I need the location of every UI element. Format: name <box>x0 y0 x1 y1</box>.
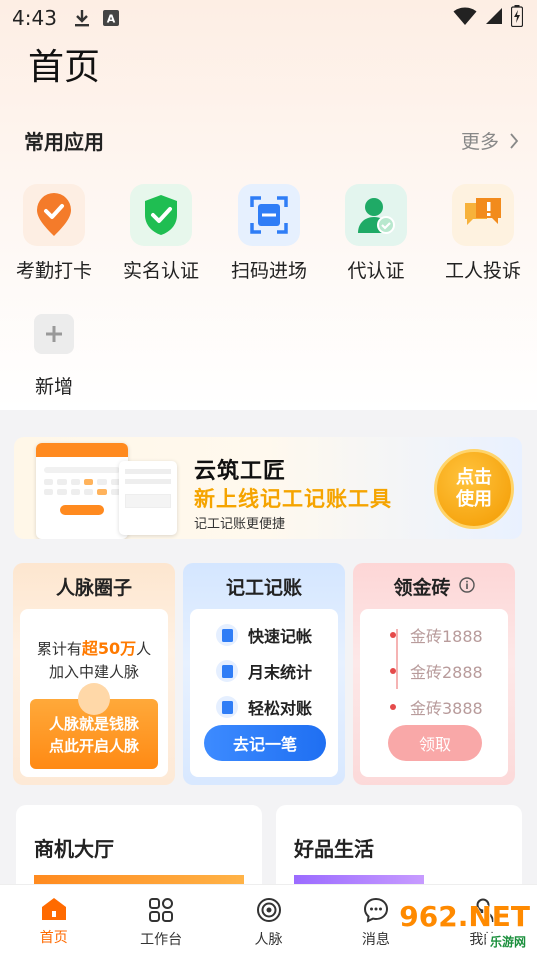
message-icon <box>363 897 388 923</box>
tab-label: 人脉 <box>254 932 283 948</box>
attendance-check-icon <box>23 184 85 246</box>
banner-subtitle: 记工记账更便捷 <box>194 517 286 532</box>
watermark-sub: 乐游网 <box>485 933 530 950</box>
card-title: 好品生活 <box>294 837 374 861</box>
promo-line1: 人脉就是钱脉 <box>48 715 139 733</box>
banner-button-label: 点击使用 <box>456 467 492 510</box>
record-button[interactable]: 去记一笔 <box>204 725 326 761</box>
app-label: 扫码进场 <box>230 260 307 282</box>
mascot-icon <box>78 683 110 715</box>
gold-card-header: 领金砖 <box>353 573 515 600</box>
app-label: 考勤打卡 <box>15 260 92 282</box>
battery-icon <box>510 4 524 32</box>
site-watermark: 962.NET 乐游网 <box>398 900 530 950</box>
tab-network[interactable]: 人脉 <box>215 885 322 956</box>
banner-title: 云筑工匠 <box>194 459 287 484</box>
wifi-icon <box>453 6 477 31</box>
gold-tier: 金砖2888 <box>390 659 483 683</box>
document-icon <box>216 696 238 718</box>
info-icon[interactable] <box>458 576 475 598</box>
network-line1-prefix: 累计有 <box>36 640 82 658</box>
svg-text:A: A <box>107 13 116 26</box>
network-icon <box>256 898 281 922</box>
page-title: 首页 <box>28 47 101 88</box>
more-label: 更多 <box>460 131 499 153</box>
card-gold-body: 金砖1888 金砖2888 金砖3888 领取 <box>360 609 508 777</box>
status-bar: 4:43 A <box>0 0 537 36</box>
card-network[interactable]: 人脉圈子 累计有超50万人 加入中建人脉 人脉就是钱脉 点此开启人脉 <box>13 563 175 785</box>
feature-label: 月末统计 <box>248 663 313 682</box>
promo-banner[interactable]: 云筑工匠 新上线记工记账工具 记工记账更便捷 点击使用 <box>14 437 522 539</box>
status-time: 4:43 <box>12 6 57 30</box>
banner-use-button[interactable]: 点击使用 <box>434 449 514 529</box>
signal-icon <box>485 7 503 30</box>
banner-headline: 新上线记工记账工具 <box>194 487 392 511</box>
tab-workbench[interactable]: 工作台 <box>107 885 214 956</box>
plus-icon <box>34 314 74 354</box>
grid-icon <box>149 898 174 922</box>
app-label: 实名认证 <box>122 260 199 282</box>
network-line2: 加入中建人脉 <box>48 663 139 681</box>
app-add[interactable]: 新增 <box>0 314 108 399</box>
tab-home[interactable]: 首页 <box>0 885 107 956</box>
network-line1: 累计有超50万人 <box>20 635 168 659</box>
network-highlight: 超50万 <box>81 639 137 658</box>
app-attendance[interactable]: 考勤打卡 <box>0 184 108 283</box>
app-complaint[interactable]: 工人投诉 <box>429 184 537 283</box>
card-title: 记工记账 <box>225 577 302 599</box>
feature-item: 轻松对账 <box>216 695 312 719</box>
card-title: 商机大厅 <box>34 837 114 861</box>
app-realname[interactable]: 实名认证 <box>107 184 215 283</box>
chevron-right-icon <box>510 132 519 149</box>
card-good-life[interactable]: 好品生活 <box>276 805 522 895</box>
card-bookkeeping-body: 快速记帐 月末统计 轻松对账 去记一笔 <box>190 609 338 777</box>
section-title: 常用应用 <box>24 130 104 154</box>
home-icon <box>41 898 66 920</box>
shield-check-icon <box>130 184 192 246</box>
scan-icon <box>238 184 300 246</box>
banner-phone-illustration-2 <box>119 461 177 535</box>
document-icon <box>216 660 238 682</box>
feature-label: 轻松对账 <box>248 699 313 718</box>
common-apps-header: 常用应用 更多 <box>24 126 519 155</box>
app-label: 代认证 <box>347 260 405 282</box>
card-network-body: 累计有超50万人 加入中建人脉 人脉就是钱脉 点此开启人脉 <box>20 609 168 777</box>
network-line1-suffix: 人 <box>136 640 152 658</box>
tab-label: 工作台 <box>140 932 183 948</box>
feature-label: 快速记帐 <box>248 627 313 646</box>
keyboard-a-icon: A <box>102 10 119 26</box>
gold-tier: 金砖1888 <box>390 623 483 647</box>
download-icon <box>73 8 91 28</box>
app-scan[interactable]: 扫码进场 <box>215 184 323 283</box>
feature-item: 快速记帐 <box>216 623 312 647</box>
document-icon <box>216 624 238 646</box>
gold-tier: 金砖3888 <box>390 695 483 719</box>
banner-phone-illustration <box>36 443 128 539</box>
watermark-main: 962.NET <box>399 900 530 933</box>
tier-dot <box>390 668 396 674</box>
card-title: 领金砖 <box>393 577 451 599</box>
card-title: 人脉圈子 <box>55 577 132 599</box>
tier-label: 金砖3888 <box>410 699 483 718</box>
tab-label: 首页 <box>39 930 68 946</box>
tier-dot <box>390 704 396 710</box>
app-label: 新增 <box>34 376 73 398</box>
card-business-hall[interactable]: 商机大厅 <box>16 805 262 895</box>
app-proxy-verify[interactable]: 代认证 <box>322 184 430 283</box>
promo-line2: 点此开启人脉 <box>48 737 139 755</box>
claim-button[interactable]: 领取 <box>388 725 482 761</box>
card-gold[interactable]: 领金砖 金砖1888 金砖2888 金砖3888 领取 <box>353 563 515 785</box>
tier-dot <box>390 632 396 638</box>
complaint-icon <box>452 184 514 246</box>
feature-item: 月末统计 <box>216 659 312 683</box>
more-link[interactable]: 更多 <box>461 127 519 154</box>
tier-label: 金砖2888 <box>410 663 483 682</box>
tier-label: 金砖1888 <box>410 627 483 646</box>
app-label: 工人投诉 <box>444 260 521 282</box>
user-verify-icon <box>345 184 407 246</box>
card-bookkeeping[interactable]: 记工记账 快速记帐 月末统计 轻松对账 去记一笔 <box>183 563 345 785</box>
tab-label: 消息 <box>361 932 390 948</box>
